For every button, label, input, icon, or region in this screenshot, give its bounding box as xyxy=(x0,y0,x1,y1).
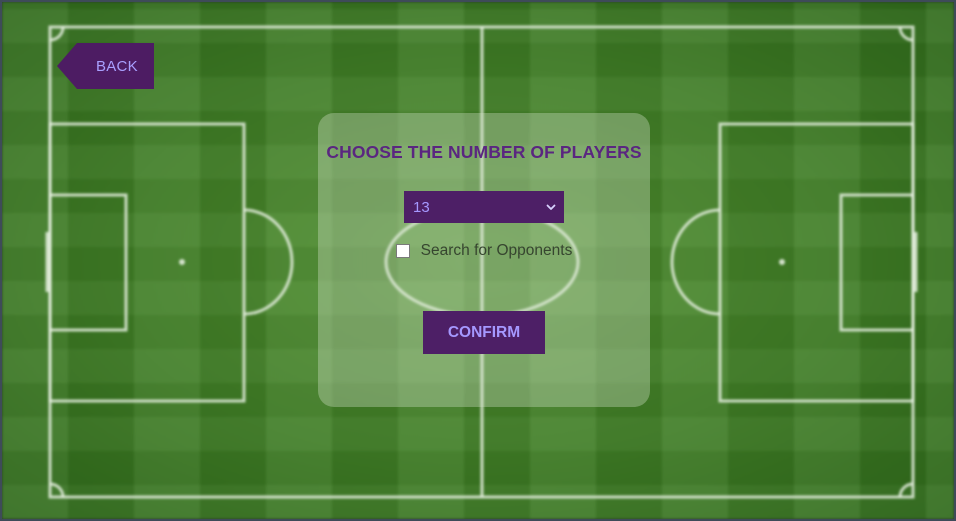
search-opponents-row: Search for Opponents xyxy=(395,242,573,260)
corner-arc-bottom-right xyxy=(898,482,914,498)
right-goal-box xyxy=(839,193,915,332)
screen: BACK CHOOSE THE NUMBER OF PLAYERS 13 Sea… xyxy=(0,0,956,521)
left-penalty-box xyxy=(48,122,246,403)
left-goal-box xyxy=(48,193,128,332)
left-penalty-spot xyxy=(179,259,185,265)
player-count-select[interactable]: 13 xyxy=(404,191,564,223)
corner-arc-top-right xyxy=(898,26,914,42)
search-opponents-checkbox[interactable] xyxy=(395,244,410,258)
panel-title: CHOOSE THE NUMBER OF PLAYERS xyxy=(326,142,642,162)
confirm-button[interactable]: CONFIRM xyxy=(423,311,545,354)
chevron-down-icon xyxy=(546,204,556,210)
left-penalty-arc xyxy=(243,208,294,316)
player-count-panel: CHOOSE THE NUMBER OF PLAYERS 13 Search f… xyxy=(318,113,650,407)
right-penalty-box xyxy=(718,122,915,403)
corner-arc-bottom-left xyxy=(49,482,65,498)
right-penalty-spot xyxy=(779,259,785,265)
corner-arc-top-left xyxy=(49,26,65,42)
right-penalty-arc xyxy=(670,208,721,316)
player-count-value: 13 xyxy=(413,198,430,216)
search-opponents-label[interactable]: Search for Opponents xyxy=(421,242,573,260)
back-button[interactable]: BACK xyxy=(57,43,154,89)
